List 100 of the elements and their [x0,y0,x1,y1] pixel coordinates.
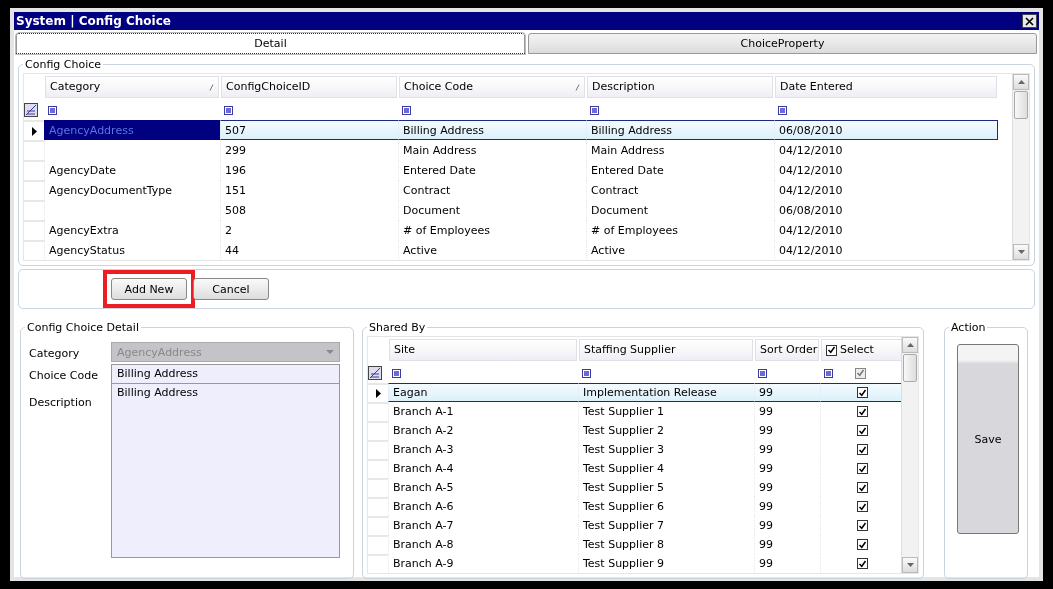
table-cell: 508 [225,203,246,217]
filter-icon[interactable] [778,105,787,115]
checkbox[interactable] [857,444,868,455]
window-title: System | Config Choice [16,14,172,28]
table-cell: 99 [759,386,773,399]
table-cell: Eagan [393,386,428,399]
scroll-thumb[interactable] [903,354,917,382]
scroll-thumb[interactable] [1014,91,1028,119]
table-cell: Main Address [591,143,665,157]
filter-icon[interactable] [392,368,401,378]
table-cell: 04/12/2010 [779,243,843,257]
scroll-down-icon[interactable] [1017,250,1025,254]
column-title: Sort Order [760,342,818,358]
close-button[interactable] [1022,14,1037,28]
table-cell: 299 [225,143,246,157]
table-cell: Branch A-1 [393,405,454,418]
column-header[interactable]: Date Entered [775,76,997,98]
table-cell: 99 [759,462,773,475]
table-cell: Test Supplier 6 [583,500,664,513]
filter-icon[interactable] [758,368,767,378]
tab[interactable]: Detail [16,33,525,54]
group-title: Config Choice [24,58,103,71]
checkbox[interactable] [857,520,868,531]
table-cell: 99 [759,519,773,532]
filter-icon[interactable] [224,105,233,115]
scrollbar[interactable] [1012,74,1029,260]
table-cell: Test Supplier 5 [583,481,664,494]
column-title: Select [840,342,874,358]
checkbox[interactable] [857,463,868,474]
grid-row[interactable]: AgencyStatus 44 Active Active 04/12/2010 [24,240,1012,260]
scroll-up-icon[interactable] [906,343,914,347]
input-field[interactable]: Billing Address [111,364,340,384]
save-button[interactable]: Save [957,344,1019,534]
table-cell: Branch A-7 [393,519,454,532]
table-cell: 99 [759,538,773,551]
grid-row[interactable]: Eagan Implementation Release 99 [368,383,901,402]
table-cell: 196 [225,163,246,177]
table-cell: Branch A-5 [393,481,454,494]
table-cell: 2 [225,223,232,237]
column-header[interactable]: Select [821,339,903,361]
table-cell: 04/12/2010 [779,143,843,157]
column-header[interactable]: Category [45,76,219,98]
column-header[interactable]: Staffing Supplier [579,339,753,361]
filter-icon[interactable] [824,368,833,378]
table-cell: Main Address [403,143,477,157]
grid-row[interactable]: AgencyAddress 507 Billing Address Billing Address 06/08/2010 [24,120,1012,140]
table-cell: 99 [759,481,773,494]
table-cell: Active [403,243,438,257]
row-pointer-icon [375,389,381,398]
checkbox[interactable] [857,406,868,417]
checkbox[interactable] [857,501,868,512]
table-cell: Contract [403,183,451,197]
table-cell: Billing Address [403,123,485,137]
grid-row[interactable]: 508 Document Document 06/08/2010 [24,200,1012,220]
checkbox[interactable] [857,539,868,550]
table-cell: Entered Date [591,163,664,177]
column-title: Date Entered [780,79,853,95]
column-header[interactable]: Choice Code [399,76,585,98]
table-cell: Document [403,203,460,217]
action-button[interactable]: Add New [111,278,187,300]
scrollbar[interactable] [901,337,918,573]
table-cell: Contract [591,183,639,197]
grid-row[interactable]: AgencyDate 196 Entered Date Entered Date 04/12/2010 [24,160,1012,180]
grid-row[interactable]: 299 Main Address Main Address 04/12/2010 [24,140,1012,160]
dropdown-value: AgencyAddress [117,345,202,359]
filter-icon[interactable] [48,105,57,115]
table-cell: Test Supplier 7 [583,519,664,532]
checkbox[interactable] [857,425,868,436]
table-cell: Branch A-8 [393,538,454,551]
table-cell: AgencyStatus [49,243,125,257]
tab[interactable]: ChoiceProperty [528,33,1037,54]
checkbox[interactable] [857,482,868,493]
checkbox[interactable] [856,387,868,398]
table-cell: Billing Address [591,123,673,137]
table-cell: Test Supplier 9 [583,557,664,570]
field-label: Choice Code [29,368,99,384]
column-header[interactable]: Description [587,76,773,98]
table-cell: Branch A-9 [393,557,454,570]
column-title: Site [394,342,416,358]
scroll-up-icon[interactable] [1017,80,1025,84]
column-header[interactable]: Site [389,339,577,361]
table-cell: Branch A-6 [393,500,454,513]
table-cell: # of Employees [403,223,491,237]
table-cell: AgencyExtra [49,223,119,237]
column-header[interactable]: Sort Order [755,339,819,361]
checkbox[interactable] [826,344,837,356]
checkbox[interactable] [855,367,866,379]
filter-icon[interactable] [402,105,411,115]
table-cell: Branch A-3 [393,443,454,456]
column-header[interactable]: ConfigChoiceID [221,76,397,98]
table-cell: # of Employees [591,223,679,237]
filter-icon[interactable] [590,105,599,115]
action-button[interactable]: Cancel [193,278,269,300]
checkbox[interactable] [857,558,868,569]
grid-row[interactable]: AgencyExtra 2 # of Employees # of Employees 04/12/2010 [24,220,1012,240]
text-area[interactable]: Billing Address [111,384,340,558]
grid-row[interactable]: AgencyDocumentType 151 Contract Contract 04/12/2010 [24,180,1012,200]
filter-icon[interactable] [582,368,591,378]
scroll-down-icon[interactable] [906,563,914,567]
field-label: Description [29,395,93,411]
